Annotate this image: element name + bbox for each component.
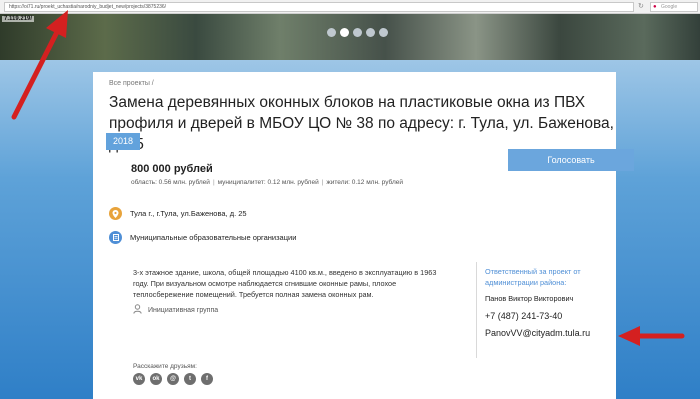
annotation-arrow-email: [618, 326, 685, 346]
